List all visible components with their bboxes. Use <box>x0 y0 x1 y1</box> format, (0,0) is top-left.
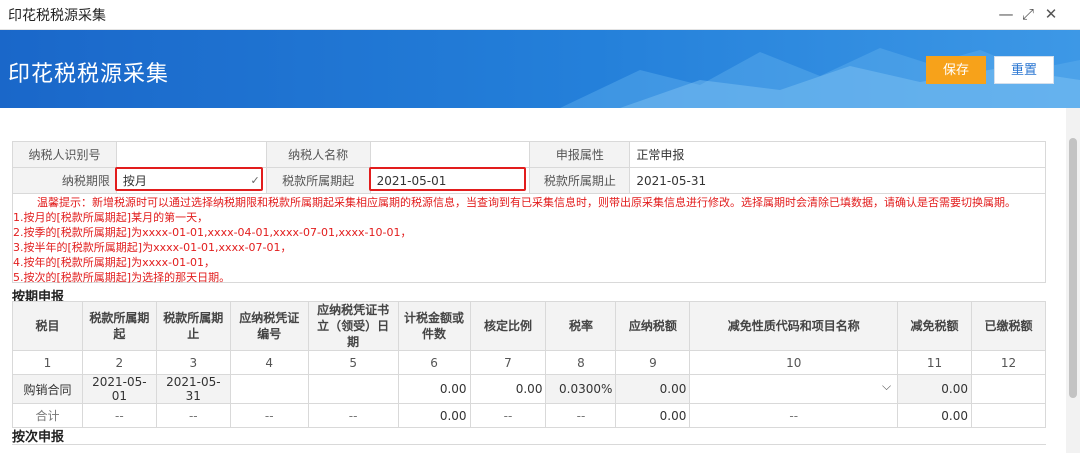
period-highlight-box <box>115 167 263 191</box>
column-number: 7 <box>469 350 547 375</box>
total-label: 合计 <box>12 403 83 428</box>
taxpayer-name-value <box>369 141 531 168</box>
column-header: 税款所属期起 <box>81 301 157 351</box>
section-per-use: 按次申报 <box>12 430 65 445</box>
column-number: 5 <box>307 350 399 375</box>
column-header: 减免税额 <box>897 301 972 351</box>
column-header: 计税金额或件数 <box>397 301 471 351</box>
voucher-date-input[interactable] <box>307 374 399 404</box>
column-header: 税目 <box>12 301 83 351</box>
total-cell: -- <box>469 403 547 428</box>
total-cell: -- <box>229 403 309 428</box>
column-header: 税率 <box>545 301 617 351</box>
maximize-icon[interactable]: ⤢ <box>1018 4 1038 24</box>
column-header: 已缴税额 <box>970 301 1047 351</box>
declare-attr-value: 正常申报 <box>629 141 1046 168</box>
column-number: 4 <box>229 350 309 375</box>
header-banner: 印花税税源采集 <box>0 30 1080 108</box>
cell-start: 2021-05-01 <box>81 374 157 404</box>
column-number: 1 <box>12 350 83 375</box>
ratio-input[interactable]: 0.00 <box>469 374 547 404</box>
minimize-icon[interactable]: — <box>996 4 1016 24</box>
total-cell: -- <box>689 403 899 428</box>
column-number: 3 <box>155 350 231 375</box>
total-cell: -- <box>307 403 399 428</box>
cell-tax: 0.00 <box>615 374 691 404</box>
tips-line: 5.按次的[税款所属期起]为选择的那天日期。 <box>13 271 231 284</box>
total-row: 合计 -- -- -- -- 0.00 -- -- 0.00 -- 0.00 <box>12 403 1047 428</box>
total-cell: -- <box>545 403 617 428</box>
reset-button[interactable]: 重置 <box>994 56 1054 84</box>
close-icon[interactable]: ✕ <box>1041 4 1061 24</box>
declare-attr-label: 申报属性 <box>529 141 631 168</box>
column-number: 8 <box>545 350 617 375</box>
column-header: 应纳税额 <box>615 301 691 351</box>
column-header: 应纳税凭证书立（领受）日期 <box>307 301 399 351</box>
main-content: 纳税人识别号 纳税人名称 申报属性 正常申报 纳税期限 按月 ✓ 税款所属期起 2… <box>0 108 1066 453</box>
tips-line: 4.按年的[税款所属期起]为xxxx-01-01， <box>13 256 216 269</box>
taxpayer-id-label: 纳税人识别号 <box>12 141 117 168</box>
end-date-label: 税款所属期止 <box>529 167 631 194</box>
chevron-down-icon: ⌵ <box>881 379 892 393</box>
cell-item: 购销合同 <box>12 374 83 404</box>
scrollbar-thumb[interactable] <box>1069 138 1077 398</box>
period-label: 纳税期限 <box>12 167 117 194</box>
start-date-label: 税款所属期起 <box>265 167 371 194</box>
paid-input[interactable] <box>970 374 1047 404</box>
total-amount: 0.00 <box>397 403 471 428</box>
column-number: 9 <box>615 350 691 375</box>
tips-line: 3.按半年的[税款所属期起]为xxxx-01-01,xxxx-07-01， <box>13 241 292 254</box>
table-header-row: 税目 税款所属期起 税款所属期止 应纳税凭证编号 应纳税凭证书立（领受）日期 计… <box>12 301 1047 351</box>
table-row: 购销合同 2021-05-01 2021-05-31 0.00 0.00 0.0… <box>12 374 1047 404</box>
column-number: 10 <box>689 350 899 375</box>
window-title: 印花税税源采集 <box>8 8 106 24</box>
cell-end: 2021-05-31 <box>155 374 231 404</box>
column-header: 减免性质代码和项目名称 <box>689 301 899 351</box>
tips-line: 1.按月的[税款所属期起]某月的第一天， <box>13 211 209 224</box>
total-cell: -- <box>155 403 231 428</box>
tips-panel: 温馨提示：新增税源时可以通过选择纳税期限和税款所属期起采集相应属期的税源信息，当… <box>12 194 1046 284</box>
window-titlebar: 印花税税源采集 — ⤢ ✕ <box>0 0 1080 30</box>
column-number: 6 <box>397 350 471 375</box>
column-number: 2 <box>81 350 157 375</box>
cell-relief-amount: 0.00 <box>897 374 972 404</box>
column-number: 12 <box>970 350 1047 375</box>
vertical-scrollbar[interactable] <box>1066 108 1080 453</box>
total-paid <box>970 403 1047 428</box>
cell-rate: 0.0300% <box>545 374 617 404</box>
column-number-row: 1 2 3 4 5 6 7 8 9 10 11 12 <box>12 350 1047 375</box>
total-tax: 0.00 <box>615 403 691 428</box>
start-date-highlight-box <box>369 167 526 191</box>
tax-source-table: 税目 税款所属期起 税款所属期止 应纳税凭证编号 应纳税凭证书立（领受）日期 计… <box>12 301 1047 428</box>
per-use-table-edge <box>12 444 1046 453</box>
column-header: 核定比例 <box>469 301 547 351</box>
tips-line: 2.按季的[税款所属期起]为xxxx-01-01,xxxx-04-01,xxxx… <box>13 226 412 239</box>
total-relief-amount: 0.00 <box>897 403 972 428</box>
column-number: 11 <box>897 350 972 375</box>
column-header: 税款所属期止 <box>155 301 231 351</box>
taxpayer-id-value <box>115 141 267 168</box>
save-button[interactable]: 保存 <box>926 56 986 84</box>
relief-code-select[interactable]: ⌵ <box>689 374 899 404</box>
tips-line: 温馨提示：新增税源时可以通过选择纳税期限和税款所属期起采集相应属期的税源信息，当… <box>37 196 1016 209</box>
voucher-number-input[interactable] <box>229 374 309 404</box>
taxpayer-name-label: 纳税人名称 <box>265 141 371 168</box>
column-header: 应纳税凭证编号 <box>229 301 309 351</box>
page-title: 印花税税源采集 <box>8 62 170 87</box>
total-cell: -- <box>81 403 157 428</box>
amount-input[interactable]: 0.00 <box>397 374 471 404</box>
end-date-value: 2021-05-31 <box>629 167 1046 194</box>
